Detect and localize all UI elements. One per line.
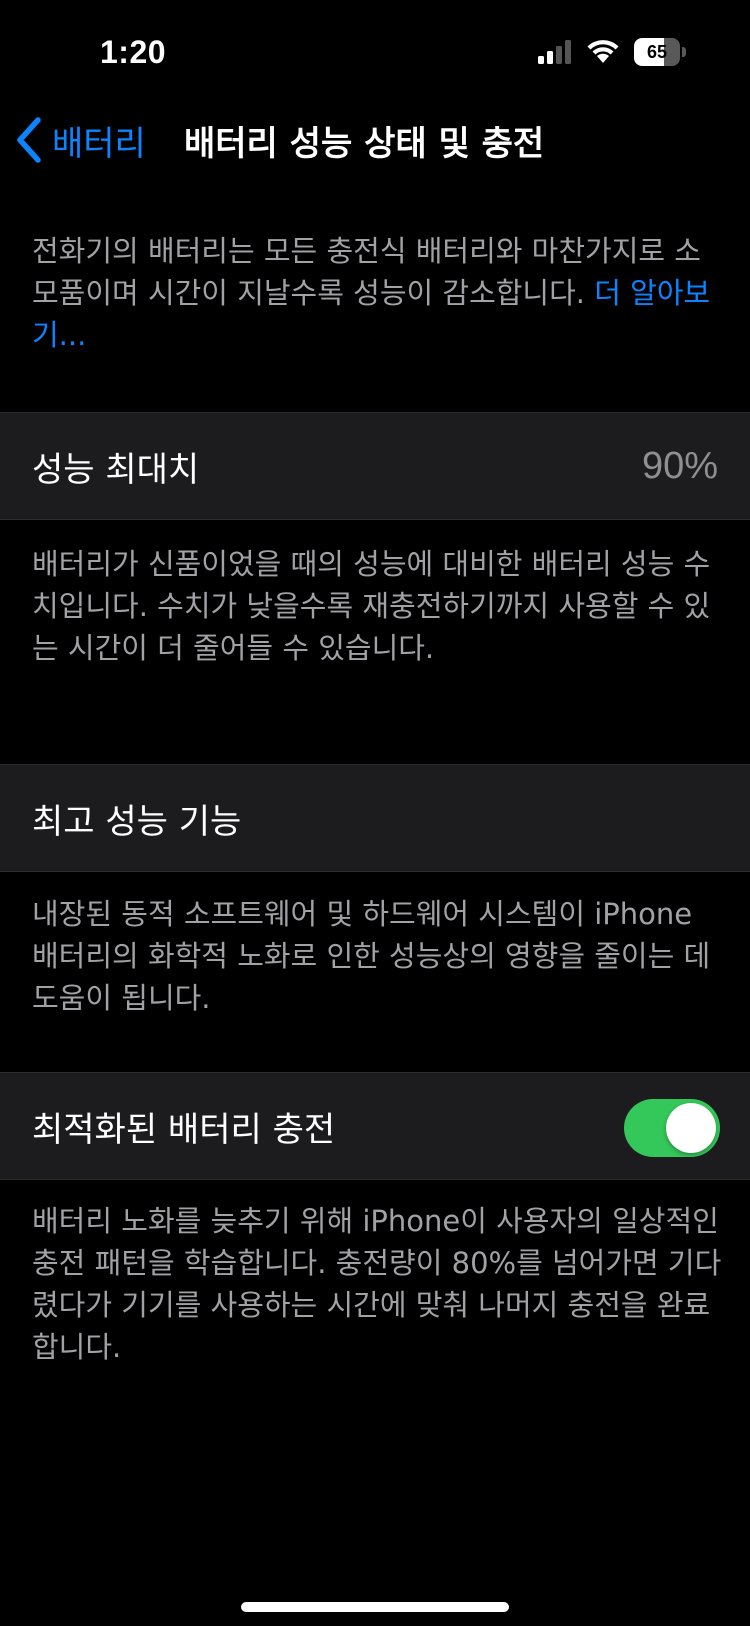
peak-performance-description: 내장된 동적 소프트웨어 및 하드웨어 시스템이 iPhone 배터리의 화학적… bbox=[32, 897, 711, 1015]
max-capacity-description: 배터리가 신품이었을 때의 성능에 대비한 배터리 성능 수치입니다. 수치가 … bbox=[32, 547, 711, 665]
wifi-icon bbox=[587, 40, 619, 63]
max-capacity-row: 성능 최대치 90% bbox=[0, 412, 750, 520]
battery-icon: 65 bbox=[634, 38, 686, 66]
optimized-charging-description: 배터리 노화를 늦추기 위해 iPhone이 사용자의 일상적인 충전 패턴을 … bbox=[32, 1204, 722, 1364]
optimized-charging-label: 최적화된 배터리 충전 bbox=[32, 1109, 336, 1150]
intro-text: 전화기의 배터리는 모든 충전식 배터리와 마찬가지로 소모품이며 시간이 지날… bbox=[32, 230, 722, 356]
status-bar: 1:20 65 bbox=[0, 0, 750, 110]
status-time: 1:20 bbox=[100, 34, 167, 70]
home-indicator[interactable] bbox=[241, 1602, 509, 1612]
optimized-charging-toggle[interactable] bbox=[624, 1099, 720, 1157]
cellular-signal-icon bbox=[538, 40, 571, 64]
back-button-label: 배터리 bbox=[52, 123, 146, 164]
optimized-charging-row: 최적화된 배터리 충전 bbox=[0, 1072, 750, 1180]
max-capacity-label: 성능 최대치 bbox=[32, 449, 200, 490]
page-title: 배터리 성능 상태 및 충전 bbox=[184, 123, 545, 164]
battery-level-text: 65 bbox=[646, 41, 668, 62]
peak-performance-label: 최고 성능 기능 bbox=[32, 801, 242, 842]
peak-performance-row: 최고 성능 기능 bbox=[0, 764, 750, 872]
status-icons: 65 bbox=[538, 38, 686, 66]
navigation-bar: 배터리 배터리 성능 상태 및 충전 bbox=[0, 110, 750, 170]
max-capacity-value: 90% bbox=[641, 444, 718, 487]
chevron-left-icon bbox=[17, 117, 41, 163]
toggle-knob bbox=[666, 1103, 716, 1153]
back-button[interactable]: 배터리 bbox=[14, 110, 146, 170]
